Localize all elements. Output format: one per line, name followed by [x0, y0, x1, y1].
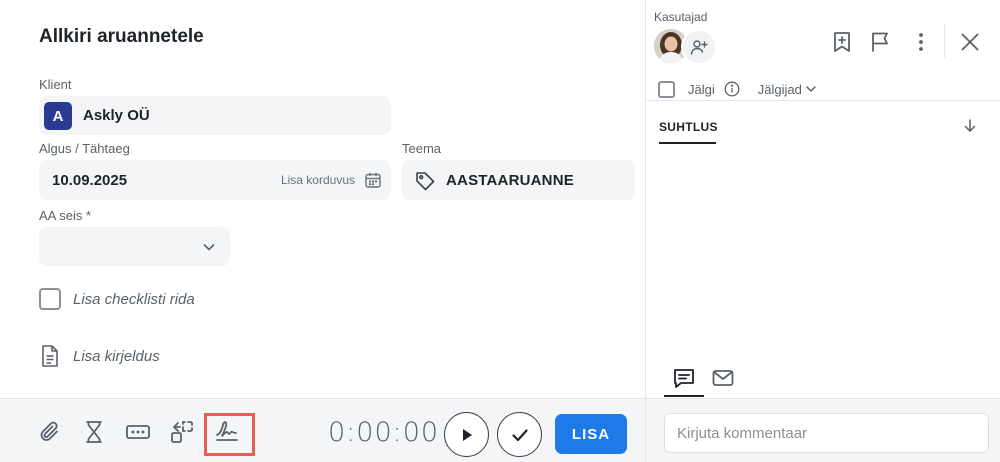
- header-divider: [944, 24, 945, 58]
- comment-icon[interactable]: [672, 366, 696, 390]
- add-repeat-link[interactable]: Lisa korduvus: [281, 173, 355, 187]
- signature-button[interactable]: [214, 418, 240, 444]
- client-name: Askly OÜ: [83, 107, 150, 124]
- timer-display: 0:00:00: [328, 417, 440, 448]
- bookmark-add-icon[interactable]: [830, 30, 854, 54]
- input-field-icon: [126, 425, 150, 439]
- task-toolbar: 0:00:00 LISA: [0, 398, 645, 462]
- client-field[interactable]: A Askly OÜ: [39, 96, 391, 135]
- followers-dropdown[interactable]: Jälgijad: [758, 82, 817, 97]
- channel-active-indicator: [664, 395, 704, 397]
- play-icon: [462, 428, 472, 441]
- checklist-checkbox[interactable]: [39, 288, 61, 310]
- status-label: AA seis *: [39, 208, 92, 223]
- theme-field[interactable]: AASTAARUANNE: [402, 160, 635, 200]
- task-panel: Allkiri aruannetele Klient A Askly OÜ Al…: [0, 0, 645, 462]
- add-button[interactable]: LISA: [555, 414, 627, 454]
- chevron-down-icon: [806, 86, 816, 92]
- more-vertical-icon[interactable]: [909, 30, 933, 54]
- flag-icon[interactable]: [868, 30, 892, 54]
- tag-icon: [416, 172, 435, 191]
- chevron-down-icon: [203, 244, 215, 251]
- paperclip-icon: [40, 421, 58, 441]
- theme-label: Teema: [402, 141, 442, 156]
- email-icon[interactable]: [711, 366, 735, 390]
- follow-label[interactable]: Jälgi: [688, 82, 715, 97]
- follow-checkbox[interactable]: [658, 80, 675, 98]
- calendar-icon[interactable]: [364, 171, 382, 189]
- add-user-button[interactable]: [681, 29, 717, 65]
- close-icon[interactable]: [958, 30, 982, 54]
- play-button[interactable]: [444, 412, 489, 457]
- document-icon: [42, 345, 58, 367]
- fields-button[interactable]: [125, 419, 151, 445]
- checklist-placeholder[interactable]: Lisa checklisti rida: [73, 291, 195, 308]
- dates-label: Algus / Tähtaeg: [39, 141, 130, 156]
- signature-icon: [216, 421, 238, 441]
- comment-area: [646, 398, 1000, 462]
- task-title[interactable]: Allkiri aruannetele: [39, 26, 204, 48]
- date-field[interactable]: 10.09.2025 Lisa korduvus: [39, 160, 391, 200]
- side-panel: Kasutajad Jälgi Jälgijad SUHTLUS Kirjuta…: [645, 0, 1000, 462]
- arrow-down-icon[interactable]: [962, 118, 978, 134]
- followers-label: Jälgijad: [757, 81, 802, 97]
- add-description-row[interactable]: Lisa kirjeldus: [39, 344, 160, 368]
- status-select[interactable]: [39, 227, 230, 266]
- tab-communication[interactable]: SUHTLUS: [659, 120, 718, 134]
- client-label: Klient: [39, 77, 72, 92]
- attach-button[interactable]: [37, 419, 63, 445]
- comment-input[interactable]: [664, 413, 989, 453]
- follow-row: Jälgi Jälgijad: [658, 80, 817, 98]
- client-avatar: A: [44, 102, 72, 130]
- users-label: Kasutajad: [654, 10, 708, 24]
- theme-value: AASTAARUANNE: [446, 172, 574, 189]
- date-value: 10.09.2025: [52, 172, 128, 189]
- description-placeholder[interactable]: Lisa kirjeldus: [73, 348, 160, 365]
- convert-button[interactable]: [169, 419, 195, 445]
- complete-button[interactable]: [497, 412, 542, 457]
- hourglass-icon: [86, 421, 102, 443]
- divider: [646, 100, 1000, 101]
- tab-active-indicator: [659, 142, 716, 144]
- checkmark-icon: [511, 428, 528, 441]
- convert-icon: [171, 421, 193, 443]
- info-icon[interactable]: [724, 81, 740, 97]
- add-user-icon: [690, 40, 708, 55]
- time-estimate-button[interactable]: [81, 419, 107, 445]
- add-checklist-row[interactable]: Lisa checklisti rida: [39, 288, 195, 310]
